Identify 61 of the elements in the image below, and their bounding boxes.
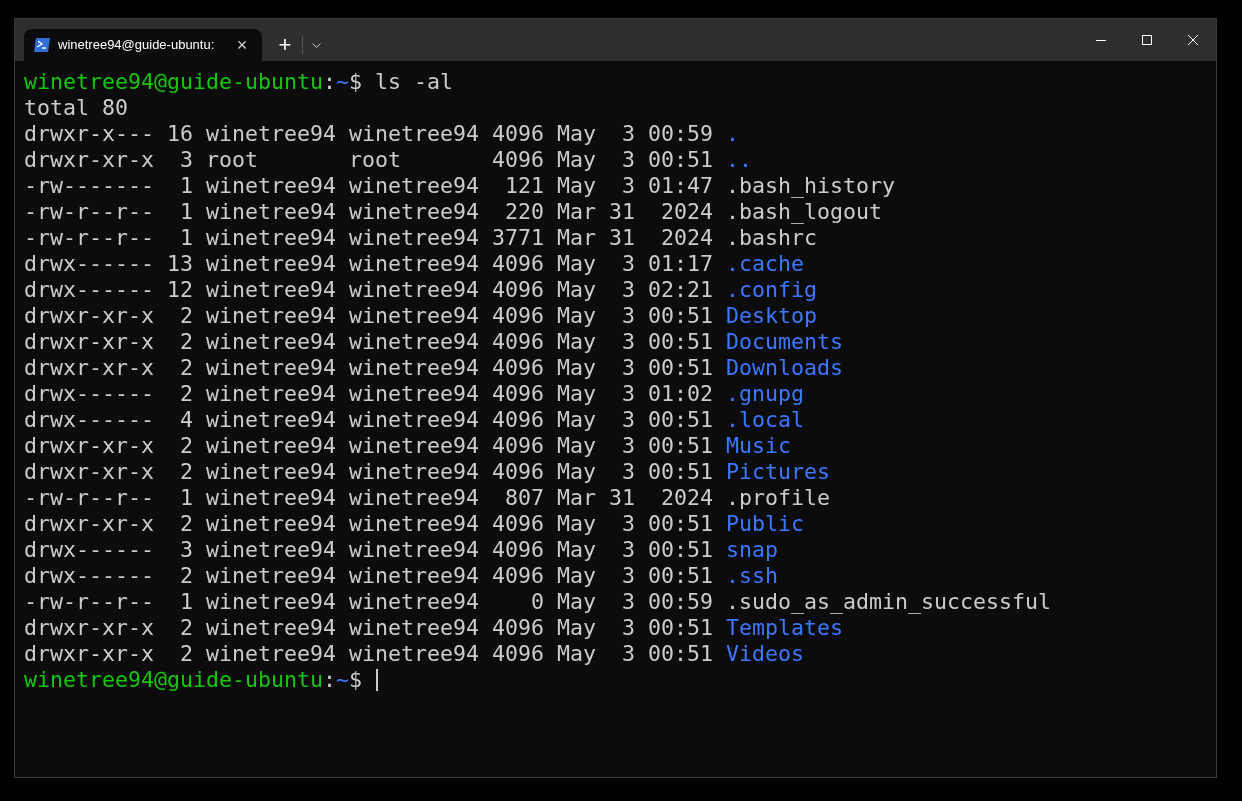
listing-details: drwxr-xr-x 2 winetree94 winetree94 4096 May 3 00:51	[24, 457, 714, 486]
listing-details: drwxr-xr-x 2 winetree94 winetree94 4096 May 3 00:51	[24, 613, 714, 642]
directory-name: .cache	[726, 249, 805, 278]
listing-details: drwxr-xr-x 3 root root 4096 May 3 00:51	[24, 145, 714, 174]
prompt-symbol: $	[349, 67, 363, 96]
close-icon	[1188, 35, 1198, 45]
directory-name: .gnupg	[726, 379, 805, 408]
prompt-separator: :	[323, 665, 337, 694]
directory-name: ..	[726, 145, 753, 174]
listing-details: drwxr-xr-x 2 winetree94 winetree94 4096 May 3 00:51	[24, 431, 714, 460]
directory-name: .	[726, 119, 740, 148]
listing-details: drwx------ 12 winetree94 winetree94 4096 May 3 02:21	[24, 275, 714, 304]
prompt-symbol: $	[349, 665, 363, 694]
chevron-down-icon	[311, 42, 321, 48]
listing-details: drwxr-x--- 16 winetree94 winetree94 4096 May 3 00:59	[24, 119, 714, 148]
directory-name: Music	[726, 431, 792, 460]
directory-name: Desktop	[726, 301, 818, 330]
terminal-tab[interactable]: winetree94@guide-ubuntu: ×	[24, 29, 262, 61]
file-name: .bash_logout	[726, 198, 883, 226]
command-text: ls -al	[375, 67, 454, 96]
prompt-path: ~	[336, 67, 350, 96]
directory-name: .ssh	[726, 561, 779, 590]
listing-details: drwx------ 2 winetree94 winetree94 4096 May 3 01:02	[24, 379, 714, 408]
directory-name: .config	[726, 275, 818, 304]
directory-name: Templates	[726, 614, 844, 642]
listing-details: drwxr-xr-x 2 winetree94 winetree94 4096 May 3 00:51	[24, 301, 714, 330]
prompt-path: ~	[336, 665, 350, 694]
listing-details: drwxr-xr-x 2 winetree94 winetree94 4096 May 3 00:51	[24, 509, 714, 538]
prompt-user-host: winetree94@guide-ubuntu	[24, 665, 323, 694]
maximize-icon	[1142, 35, 1152, 45]
directory-name: snap	[726, 535, 779, 564]
output-text: total 80	[24, 93, 128, 122]
tab-title: winetree94@guide-ubuntu:	[58, 36, 216, 55]
file-name: .bash_history	[726, 171, 896, 200]
listing-details: -rw-r--r-- 1 winetree94 winetree94 220 Mar 31 2024	[24, 197, 714, 226]
listing-details: drwx------ 3 winetree94 winetree94 4096 May 3 00:51	[24, 535, 714, 564]
listing-details: -rw-r--r-- 1 winetree94 winetree94 0 May 3 00:59	[24, 587, 714, 616]
directory-name: .local	[726, 405, 805, 434]
directory-name: Videos	[726, 639, 805, 668]
listing-details: -rw-r--r-- 1 winetree94 winetree94 807 Mar 31 2024	[24, 483, 714, 512]
minimize-icon	[1096, 39, 1106, 41]
terminal-icon	[34, 38, 50, 52]
file-name: .profile	[726, 483, 831, 512]
new-tab-button[interactable]: +	[268, 29, 302, 61]
listing-details: -rw------- 1 winetree94 winetree94 121 May 3 01:47	[24, 171, 714, 200]
directory-name: Pictures	[726, 457, 831, 486]
file-name: .sudo_as_admin_successful	[726, 587, 1052, 616]
listing-details: drwx------ 4 winetree94 winetree94 4096 May 3 00:51	[24, 405, 714, 434]
prompt-separator: :	[323, 67, 337, 96]
listing-details: drwxr-xr-x 2 winetree94 winetree94 4096 May 3 00:51	[24, 327, 714, 356]
directory-name: Downloads	[726, 353, 844, 382]
directory-name: Documents	[726, 327, 844, 356]
file-name: .bashrc	[726, 224, 818, 252]
tab-close-button[interactable]: ×	[232, 36, 252, 54]
listing-details: drwxr-xr-x 2 winetree94 winetree94 4096 May 3 00:51	[24, 353, 714, 382]
listing-details: -rw-r--r-- 1 winetree94 winetree94 3771 Mar 31 2024	[24, 223, 714, 252]
listing-details: drwx------ 2 winetree94 winetree94 4096 May 3 00:51	[24, 561, 714, 590]
directory-name: Public	[726, 509, 805, 538]
listing-details: drwx------ 13 winetree94 winetree94 4096 May 3 01:17	[24, 249, 714, 278]
prompt-user-host: winetree94@guide-ubuntu	[24, 67, 323, 96]
listing-details: drwxr-xr-x 2 winetree94 winetree94 4096 May 3 00:51	[24, 639, 714, 668]
